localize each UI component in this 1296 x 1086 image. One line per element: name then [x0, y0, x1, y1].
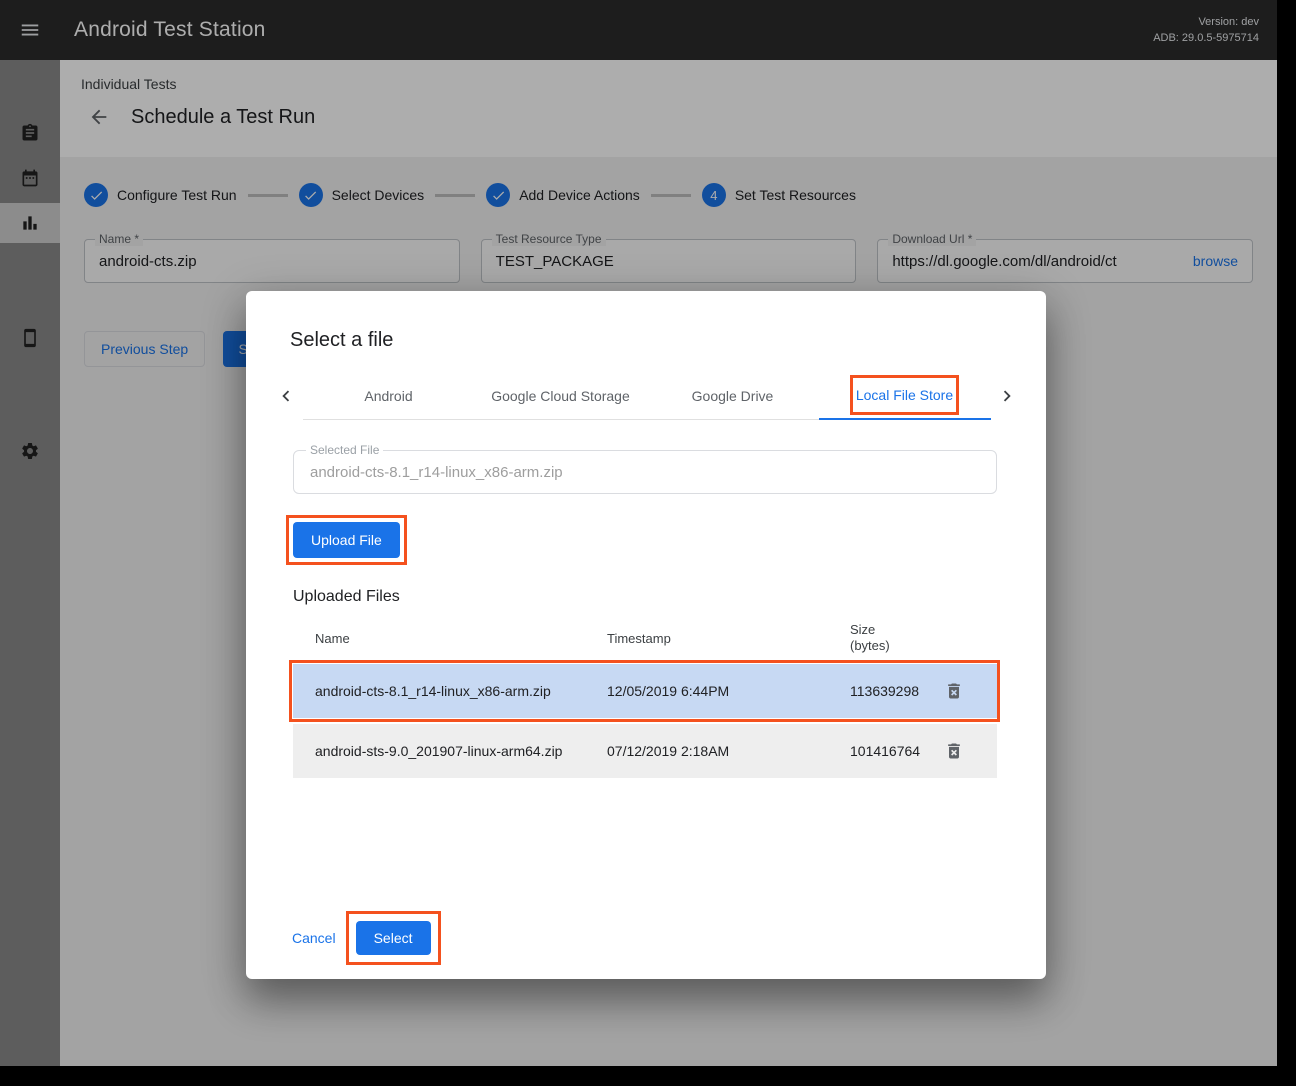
tab-android[interactable]: Android [303, 372, 475, 419]
column-header-size: Size (bytes) [850, 622, 898, 655]
timestamp-cell: 12/05/2019 6:44PM [607, 683, 850, 699]
file-name-cell: android-cts-8.1_r14-linux_x86-arm.zip [293, 683, 607, 699]
select-button[interactable]: Select [356, 921, 431, 955]
dialog-footer: Cancel Select [290, 921, 431, 955]
tab-google-drive[interactable]: Google Drive [647, 372, 819, 419]
column-header-name: Name [293, 631, 607, 646]
upload-file-button[interactable]: Upload File [293, 522, 400, 558]
tab-google-cloud-storage[interactable]: Google Cloud Storage [475, 372, 647, 419]
cancel-button[interactable]: Cancel [290, 922, 338, 954]
table-row[interactable]: android-sts-9.0_201907-linux-arm64.zip 0… [293, 724, 997, 778]
tab-local-file-store-label: Local File Store [856, 387, 953, 403]
delete-file-button[interactable] [937, 674, 971, 708]
uploaded-files-title: Uploaded Files [293, 588, 1046, 606]
trash-icon [944, 681, 964, 701]
dialog-title: Select a file [290, 329, 1046, 352]
file-name-cell: android-sts-9.0_201907-linux-arm64.zip [293, 743, 607, 759]
tabs-scroll-right-button[interactable] [991, 372, 1024, 420]
selected-file-field[interactable]: Selected File android-cts-8.1_r14-linux_… [293, 450, 997, 494]
tabs-scroll-left-button[interactable] [270, 372, 303, 420]
table-header-row: Name Timestamp Size (bytes) [293, 618, 997, 658]
timestamp-cell: 07/12/2019 2:18AM [607, 743, 850, 759]
dialog-tab-bar: Android Google Cloud Storage Google Driv… [270, 372, 1023, 420]
size-cell: 101416764 [850, 743, 920, 759]
uploaded-files-table: Name Timestamp Size (bytes) android-cts-… [293, 618, 997, 778]
delete-file-button[interactable] [937, 734, 971, 768]
column-header-timestamp: Timestamp [607, 631, 850, 646]
dialog-tabs: Android Google Cloud Storage Google Driv… [303, 372, 991, 420]
app-window: Android Test Station Version: dev ADB: 2… [0, 0, 1277, 1066]
chevron-right-icon [996, 385, 1018, 407]
select-file-dialog: Select a file Android Google Cloud Stora… [246, 291, 1046, 979]
selected-file-label: Selected File [306, 443, 383, 457]
tab-local-file-store[interactable]: Local File Store [819, 372, 991, 420]
table-row[interactable]: android-cts-8.1_r14-linux_x86-arm.zip 12… [293, 664, 997, 718]
trash-icon [944, 741, 964, 761]
selected-file-value: android-cts-8.1_r14-linux_x86-arm.zip [294, 464, 996, 481]
chevron-left-icon [275, 385, 297, 407]
size-cell: 113639298 [850, 683, 920, 699]
